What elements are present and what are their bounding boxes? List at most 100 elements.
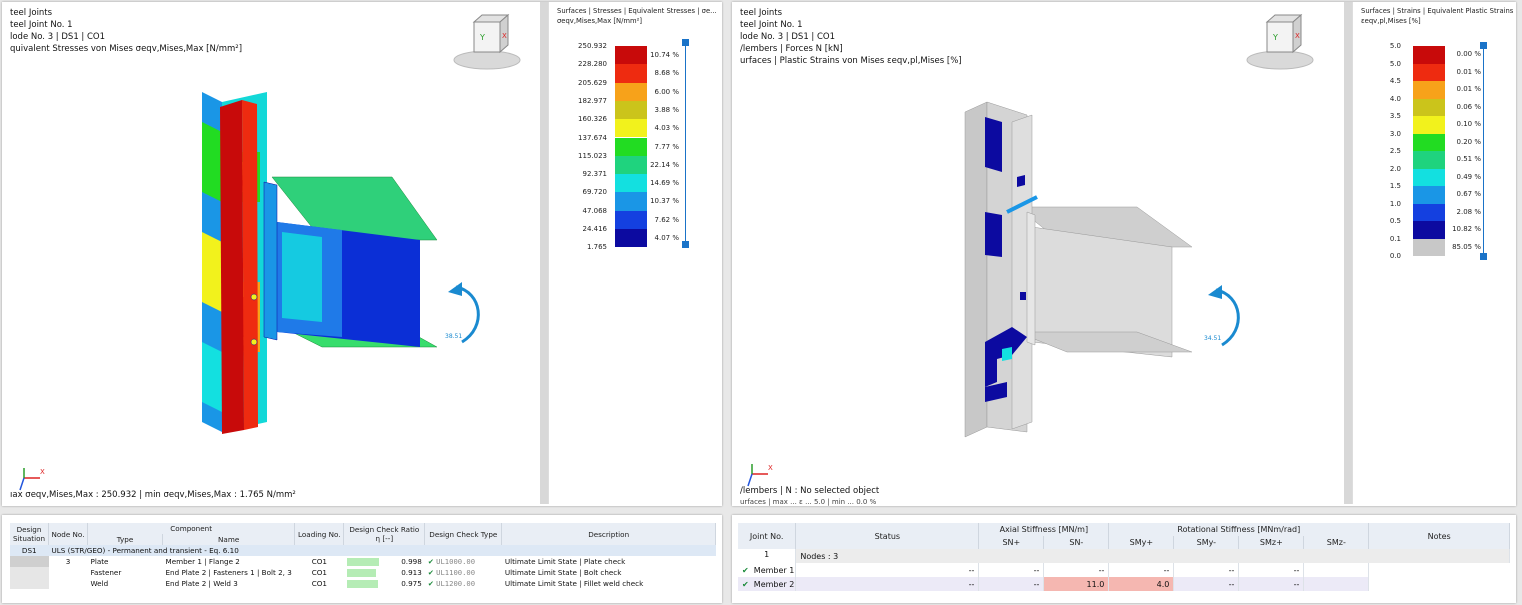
legend-percentage: 6.00 % — [654, 87, 679, 96]
view-cube-icon[interactable]: Y X — [452, 10, 522, 72]
legend-slider-max-handle[interactable] — [1480, 42, 1487, 49]
strain-legend: Surfaces | Strains | Equivalent Plastic … — [1352, 2, 1516, 504]
row-type: Plate — [90, 557, 109, 566]
legend-value: 92.371 — [582, 170, 608, 179]
legend-value: 4.5 — [1389, 77, 1401, 85]
strain-viewport[interactable]: teel Joints teel Joint No. 1 lode No. 3 … — [732, 2, 1516, 506]
col-joint-no[interactable]: Joint No. — [738, 523, 797, 549]
legend-color-swatch — [615, 155, 647, 175]
legend-value: 250.932 — [578, 42, 607, 50]
table-row[interactable]: Weld End Plate 2 | Weld 3 CO1 0.975 ✔ UL120… — [10, 578, 716, 589]
row-smz-plus: -- — [1173, 563, 1240, 577]
row-ratio: 0.913 — [344, 567, 425, 578]
legend-percentage: 0.10 % — [1456, 120, 1481, 128]
legend-color-swatch — [615, 210, 647, 229]
col-axial-stiffness[interactable]: Axial Stiffness [MN/m] — [978, 523, 1110, 536]
legend-color-swatch — [615, 229, 647, 248]
col-name[interactable]: Name — [162, 534, 296, 545]
viewport-scrollbar[interactable] — [540, 2, 548, 504]
info-line: teel Joints — [10, 8, 53, 18]
col-rotational-stiffness[interactable]: Rotational Stiffness [MNm/rad] — [1108, 523, 1370, 536]
legend-value: 3.0 — [1389, 129, 1401, 138]
legend-percentage: 22.14 % — [650, 160, 679, 169]
table-row[interactable]: ✔ Member 1 -- -- -- -- -- -- — [738, 563, 1510, 577]
row-ds — [10, 567, 49, 578]
check-icon: ✔ — [427, 579, 434, 588]
ratio-bar — [346, 580, 378, 588]
joint-strain-model[interactable] — [957, 97, 1207, 442]
col-component[interactable]: Component — [87, 523, 296, 534]
legend-slider-max-handle[interactable] — [682, 39, 689, 46]
col-description[interactable]: Description — [501, 523, 716, 545]
col-notes[interactable]: Notes — [1368, 523, 1510, 549]
viewport-info: teel Joints teel Joint No. 1 lode No. 3 … — [10, 7, 242, 55]
col-status[interactable]: Status — [795, 523, 980, 549]
col-type[interactable]: Type — [87, 534, 163, 545]
legend-value: 4.0 — [1389, 94, 1401, 103]
row-label: Member 2 — [753, 579, 795, 589]
legend-slider-min-handle[interactable] — [1480, 253, 1487, 260]
check-type: UL1000.00 — [436, 557, 476, 566]
info-line: lode No. 3 | DS1 | CO1 — [10, 32, 106, 42]
col-ratio[interactable]: Design Check Ratio η [--] — [343, 523, 426, 545]
legend-percentage: 10.37 % — [650, 197, 679, 206]
legend-color-swatch — [1413, 63, 1445, 81]
svg-text:Y: Y — [479, 33, 485, 42]
result-extremes: ıax σeqv,Mises,Max : 250.932 | min σeqv,… — [10, 490, 296, 500]
legend-slider-track — [1483, 45, 1484, 257]
legend-percentage: 0.01 % — [1456, 85, 1481, 93]
row-notes — [1303, 577, 1370, 591]
legend-value: 115.023 — [578, 151, 607, 160]
check-icon: ✔ — [742, 565, 749, 575]
legend-title-line: Surfaces | Stresses | Equivalent Stresse… — [557, 7, 717, 15]
joint-stress-model[interactable] — [182, 82, 502, 442]
col-design-situation[interactable]: Design Situation — [10, 523, 49, 545]
moment-arrow-icon — [448, 282, 480, 344]
legend-color-swatch — [1413, 203, 1445, 221]
col-smz-minus[interactable]: SMz- — [1303, 536, 1370, 549]
legend-color-swatch — [615, 192, 647, 211]
col-smy-minus[interactable]: SMy- — [1173, 536, 1240, 549]
legend-color-swatch — [1413, 98, 1445, 116]
legend-percentage: 0.67 % — [1456, 190, 1481, 198]
col-smz-plus[interactable]: SMz+ — [1238, 536, 1305, 549]
check-icon: ✔ — [427, 557, 434, 566]
ratio-value: 0.975 — [401, 579, 422, 588]
row-smy-minus: 4.0 — [1108, 577, 1175, 591]
moment-value: 34.51 — [1204, 335, 1222, 342]
svg-text:X: X — [502, 32, 507, 40]
viewport-scrollbar[interactable] — [1344, 2, 1352, 504]
legend-value: 2.5 — [1389, 147, 1401, 155]
legend-percentage: 3.88 % — [654, 105, 679, 114]
table-row[interactable]: 3 Plate Member 1 | Flange 2 CO1 0.998 ✔ UL10… — [10, 556, 716, 567]
legend-value: 69.720 — [582, 188, 608, 197]
col-smy-plus[interactable]: SMy+ — [1108, 536, 1175, 549]
row-ds — [10, 556, 49, 567]
result-extremes: urfaces | max ... ε ... 5.0 | min ... 0.… — [740, 498, 877, 506]
moment-arrow-icon — [1208, 285, 1240, 347]
row-description: Ultimate Limit State | Plate check — [504, 557, 626, 566]
legend-color-swatch — [615, 119, 647, 138]
ratio-bar — [346, 558, 379, 566]
col-loading-no[interactable]: Loading No. — [294, 523, 345, 545]
stress-viewport[interactable]: teel Joints teel Joint No. 1 lode No. 3 … — [2, 2, 722, 506]
row-smz-plus: -- — [1173, 577, 1240, 591]
stiffness-grid: Joint No. Status Axial Stiffness [MN/m] … — [738, 523, 1510, 591]
col-node-no[interactable]: Node No. — [48, 523, 88, 545]
legend-slider-min-handle[interactable] — [682, 241, 689, 248]
col-sn-plus[interactable]: SN+ — [978, 536, 1045, 549]
table-row[interactable]: Fastener End Plate 2 | Fasteners 1 | Bolt… — [10, 567, 716, 578]
group-row[interactable]: 1 Nodes : 3 — [738, 549, 1510, 563]
row-notes — [1303, 563, 1370, 577]
legend-value: 137.674 — [578, 133, 607, 142]
legend-percentage: 0.06 % — [1456, 102, 1481, 111]
group-row[interactable]: DS1 ULS (STR/GEO) - Permanent and transi… — [10, 545, 716, 556]
legend-color-swatch — [615, 100, 647, 120]
table-row[interactable]: ✔ Member 2 -- -- 11.0 4.0 -- -- — [738, 577, 1510, 591]
row-ratio: 0.975 — [344, 578, 425, 589]
row-smy-plus: -- — [1043, 563, 1110, 577]
row-name: End Plate 2 | Weld 3 — [165, 579, 238, 588]
col-sn-minus[interactable]: SN- — [1043, 536, 1110, 549]
col-check-type[interactable]: Design Check Type — [424, 523, 503, 545]
view-cube-icon[interactable]: Y X — [1245, 10, 1315, 72]
